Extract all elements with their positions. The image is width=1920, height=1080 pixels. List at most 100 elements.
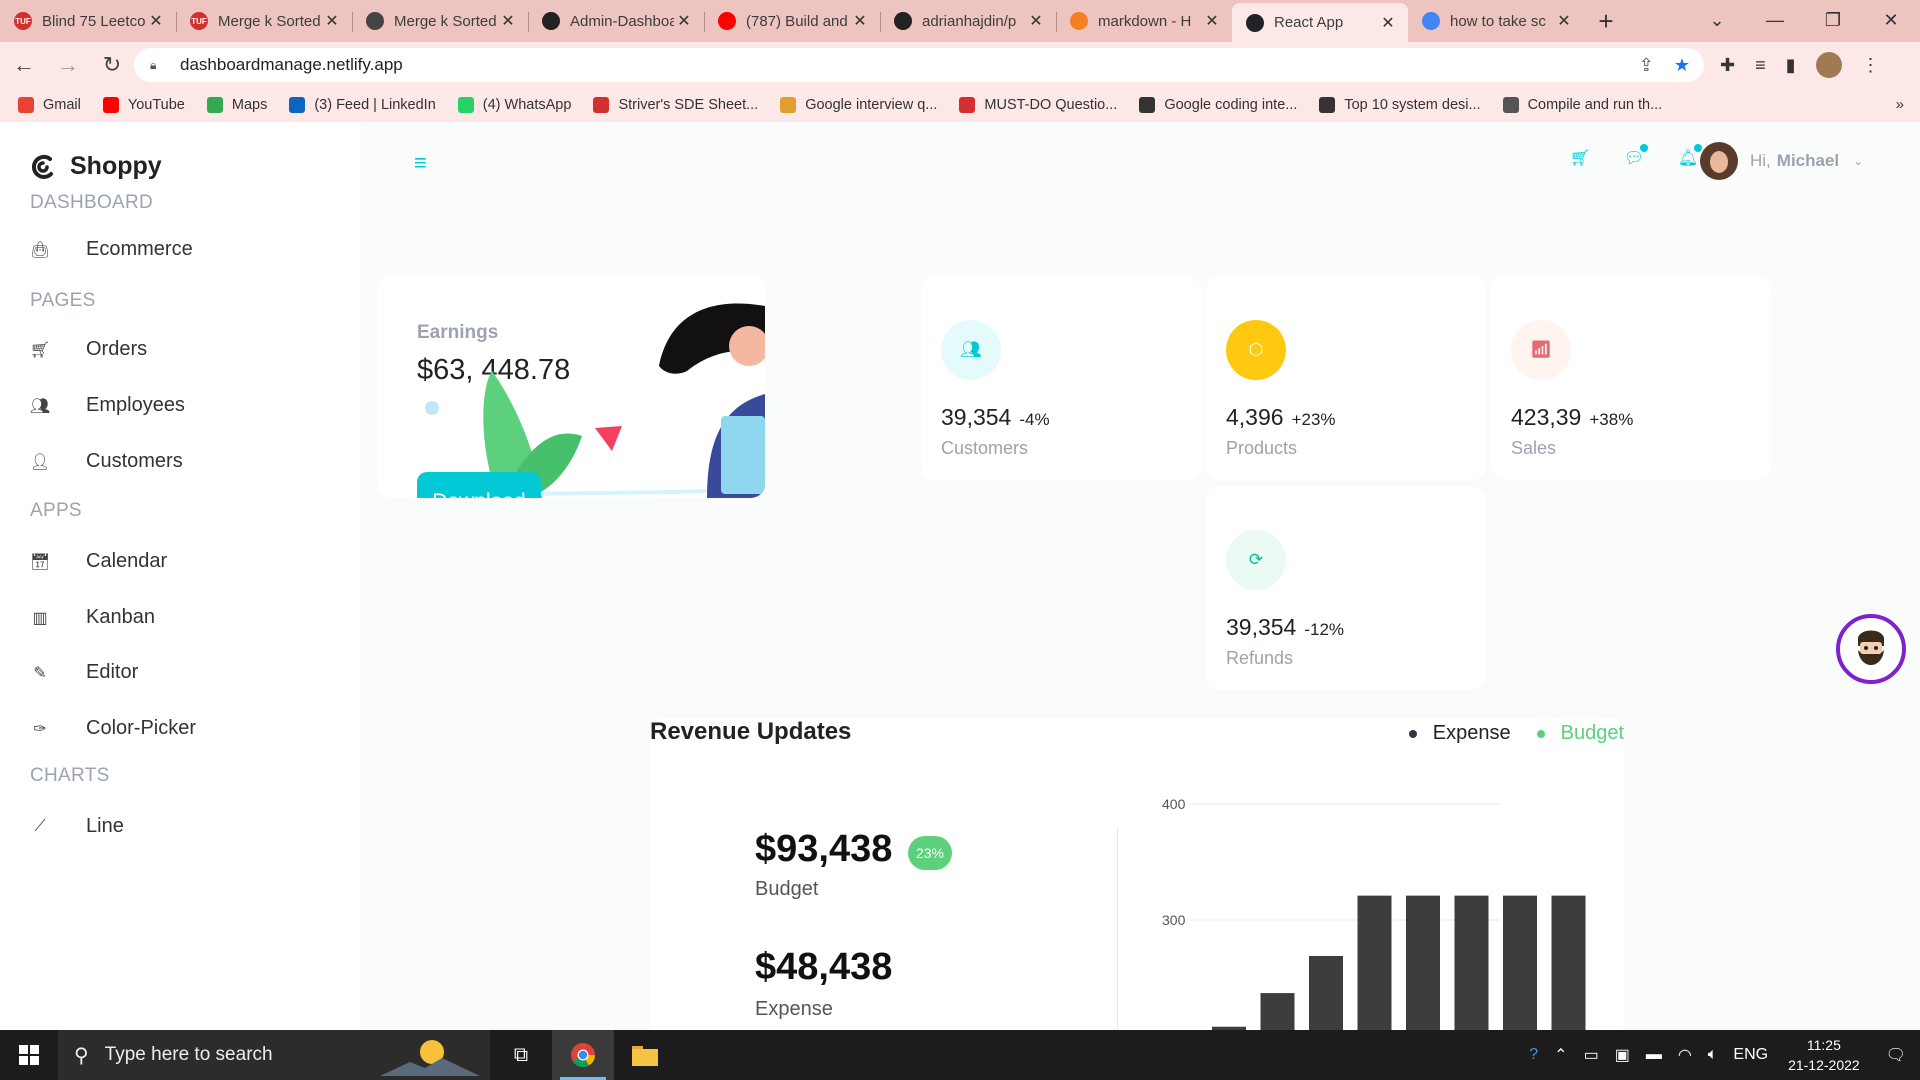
device-icon[interactable]: ▭ [1584,1045,1599,1065]
search-placeholder: Type here to search [104,1044,273,1065]
bookmark-item[interactable]: Striver's SDE Sheet... [593,97,758,113]
chevron-up-icon[interactable]: ⌃ [1554,1045,1567,1065]
browser-tab[interactable]: TUF Blind 75 Leetcode✕ [0,3,176,39]
legend-expense-label: Expense [1432,722,1511,744]
legend-expense-dot [1408,729,1417,738]
browser-tab[interactable]: (787) Build and ✕ [704,3,880,39]
browser-tab-bar: TUFBlind 75 Leetcode✕TUFMerge k Sorted✕M… [0,0,1920,42]
sidebar-item-label: Color-Picker [86,717,197,739]
tab-close-icon[interactable]: ✕ [1378,13,1398,33]
bell-icon[interactable]: 🔔︎ [1678,144,1702,168]
display-icon[interactable]: ▣ [1615,1045,1630,1065]
weather-widget-icon[interactable] [380,1034,480,1076]
back-button[interactable]: ← [4,52,44,78]
customers-icon: 👤︎ [29,453,51,471]
restore-button[interactable]: ❐ [1804,10,1862,31]
sidebar-item-color-picker[interactable]: ✑ Color-Picker [30,717,196,740]
bookmark-item[interactable]: Google interview q... [780,97,937,113]
file-explorer-button[interactable] [614,1030,676,1080]
browser-tab[interactable]: markdown - H ✕ [1056,3,1232,39]
browser-tab[interactable]: TUF Merge k Sorted ✕ [176,3,352,39]
customers-icon[interactable]: 👥︎ [941,320,1001,380]
bar[interactable] [1260,993,1295,1030]
media-queue-icon[interactable]: ≡ [1755,55,1766,76]
tab-close-icon[interactable]: ✕ [1026,11,1046,31]
chat-bot-avatar[interactable] [1836,614,1906,684]
sidebar-item-kanban[interactable]: ▥ Kanban [30,606,155,629]
windows-start-button[interactable] [0,1030,58,1080]
chrome-taskbar-button[interactable] [552,1030,614,1080]
extensions-puzzle-icon[interactable]: ✚ [1720,55,1735,76]
tab-close-icon[interactable]: ✕ [850,11,870,31]
chrome-menu-icon[interactable]: ⋮ [1862,55,1880,76]
side-panel-icon[interactable]: ▮ [1786,55,1796,76]
bookmark-item[interactable]: Google coding inte... [1139,97,1297,113]
bookmark-item[interactable]: MUST-DO Questio... [959,97,1117,113]
clock[interactable]: 11:25 21-12-2022 [1788,1035,1860,1075]
bar-chart-icon[interactable]: 📶︎ [1511,320,1571,380]
bar[interactable] [1357,895,1392,1030]
tab-close-icon[interactable]: ✕ [498,11,518,31]
new-tab-button[interactable]: + [1584,3,1628,39]
url-input[interactable]: 🔒︎ dashboardmanage.netlify.app ⇪ ★ [134,48,1704,82]
bookmark-item[interactable]: (3) Feed | LinkedIn [289,97,436,113]
battery-icon[interactable]: ▬ [1646,1046,1662,1064]
bar[interactable] [1454,895,1489,1030]
browser-tab[interactable]: Merge k Sorted ✕ [352,3,528,39]
stat-label: Refunds [1226,648,1294,668]
taskbar-search-input[interactable]: ⚲ Type here to search [58,1030,490,1080]
tab-close-icon[interactable]: ✕ [1202,11,1222,31]
browser-tab[interactable]: Admin-Dashboard✕ [528,3,704,39]
bookmark-item[interactable]: Maps [206,97,267,113]
bookmark-favicon-icon [102,97,119,113]
brand-logo[interactable]: Shoppy [30,152,162,181]
bar[interactable] [1309,955,1343,1030]
notifications-icon[interactable]: 🗨︎ [1886,1045,1906,1065]
bookmark-item[interactable]: (4) WhatsApp [457,97,571,113]
wifi-icon[interactable]: ◠ [1678,1045,1692,1065]
cart-icon[interactable]: 🛒︎ [1570,148,1590,168]
tab-close-icon[interactable]: ✕ [146,11,166,31]
tab-close-icon[interactable]: ✕ [674,11,694,31]
sidebar-item-orders[interactable]: 🛒︎ Orders [30,338,147,361]
browser-tab[interactable]: adrianhajdin/p ✕ [880,3,1056,39]
bookmark-item[interactable]: Compile and run th... [1502,97,1662,113]
help-icon[interactable]: ? [1529,1046,1538,1064]
bookmark-item[interactable]: Gmail [18,97,81,113]
language-indicator[interactable]: ENG [1733,1046,1768,1064]
download-button[interactable]: Download [417,472,541,498]
tab-close-icon[interactable]: ✕ [322,11,342,31]
forward-button[interactable]: → [48,52,88,78]
reload-button[interactable]: ↻ [92,52,132,78]
sidebar-item-editor[interactable]: ✎ Editor [30,661,138,684]
tab-search-chevron-icon[interactable]: ⌄ [1688,10,1746,31]
chat-icon[interactable]: 💬︎ [1624,144,1648,168]
volume-icon[interactable]: 🔈︎ [1708,1046,1718,1064]
sidebar-item-line[interactable]: ⟋ Line [30,815,123,838]
box-icon[interactable]: ⬡ [1226,320,1286,380]
bookmark-star-icon[interactable]: ★ [1674,55,1690,76]
task-view-button[interactable]: ⧉ [490,1030,552,1080]
user-profile-menu[interactable]: Hi, Michael ⌄ [1700,142,1863,180]
bar[interactable] [1551,895,1586,1030]
sidebar-item-calendar[interactable]: 📅︎ Calendar [30,550,167,573]
sidebar-item-ecommerce[interactable]: 👜︎ Ecommerce [30,238,193,261]
browser-tab[interactable]: React App ✕ [1232,3,1408,42]
browser-tab[interactable]: how to take sc ✕ [1408,3,1584,39]
close-window-button[interactable]: ✕ [1862,10,1920,31]
profile-avatar[interactable] [1815,52,1842,78]
more-bookmarks-button[interactable]: » [1896,96,1904,113]
refresh-icon[interactable]: ⟳ [1226,530,1286,590]
sidebar-item-label: Customers [86,450,183,472]
sidebar-item-employees[interactable]: 👥︎ Employees [30,394,185,417]
bookmark-item[interactable]: Top 10 system desi... [1319,97,1481,113]
tab-close-icon[interactable]: ✕ [1554,11,1574,31]
bookmark-item[interactable]: YouTube [102,97,185,113]
minimize-button[interactable]: — [1746,10,1804,31]
hamburger-menu-icon[interactable]: ≡ [414,150,427,176]
sidebar-item-customers[interactable]: 👤︎ Customers [30,450,183,473]
bar[interactable] [1503,895,1537,1030]
share-icon[interactable]: ⇪ [1639,55,1654,76]
y-tick-label: 400 [1162,796,1186,812]
bar[interactable] [1406,895,1440,1030]
